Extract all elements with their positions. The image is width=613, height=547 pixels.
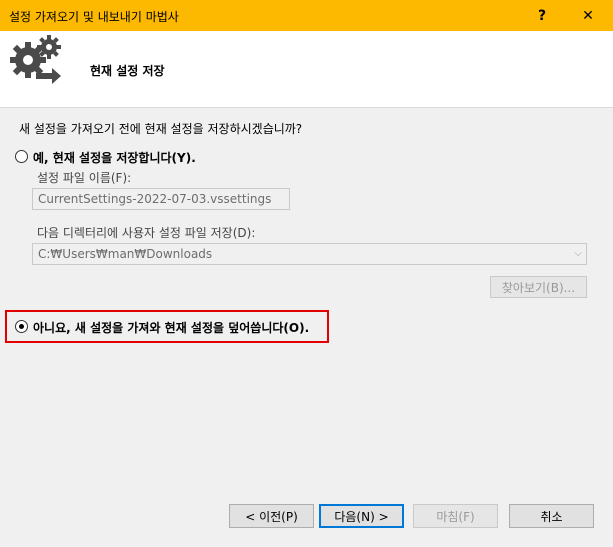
- next-button[interactable]: 다음(N) >: [319, 504, 404, 528]
- cancel-button[interactable]: 취소: [509, 504, 594, 528]
- option-yes-radio[interactable]: [15, 150, 28, 163]
- wizard-header: 현재 설정 저장: [0, 31, 613, 108]
- window-title: 설정 가져오기 및 내보내기 마법사: [9, 10, 179, 24]
- option-yes-label[interactable]: 예, 현재 설정을 저장합니다(Y).: [33, 149, 196, 166]
- directory-label: 다음 디렉터리에 사용자 설정 파일 저장(D):: [37, 226, 256, 240]
- close-button[interactable]: ✕: [565, 0, 611, 31]
- page-title: 현재 설정 저장: [90, 64, 165, 78]
- chevron-down-icon[interactable]: ⌵: [574, 244, 582, 264]
- help-button[interactable]: ?: [519, 0, 565, 31]
- directory-value: C:₩Users₩man₩Downloads: [38, 247, 213, 261]
- browse-button[interactable]: 찾아보기(B)...: [490, 276, 587, 298]
- option-no-label[interactable]: 아니요, 새 설정을 가져와 현재 설정을 덮어씁니다(O).: [33, 319, 309, 336]
- wizard-window: 설정 가져오기 및 내보내기 마법사 ? ✕ 현재 설정 저장 새 설정을 가져…: [0, 0, 613, 547]
- save-question: 새 설정을 가져오기 전에 현재 설정을 저장하시겠습니까?: [19, 122, 303, 136]
- title-bar: 설정 가져오기 및 내보내기 마법사 ? ✕: [0, 0, 613, 31]
- file-name-input[interactable]: CurrentSettings-2022-07-03.vssettings: [32, 188, 290, 210]
- prev-button[interactable]: < 이전(P): [229, 504, 314, 528]
- finish-button[interactable]: 마침(F): [413, 504, 498, 528]
- directory-combobox[interactable]: C:₩Users₩man₩Downloads ⌵: [32, 243, 587, 265]
- file-name-label: 설정 파일 이름(F):: [37, 171, 132, 185]
- settings-gears-icon: [10, 35, 61, 84]
- option-no-radio[interactable]: [15, 320, 28, 333]
